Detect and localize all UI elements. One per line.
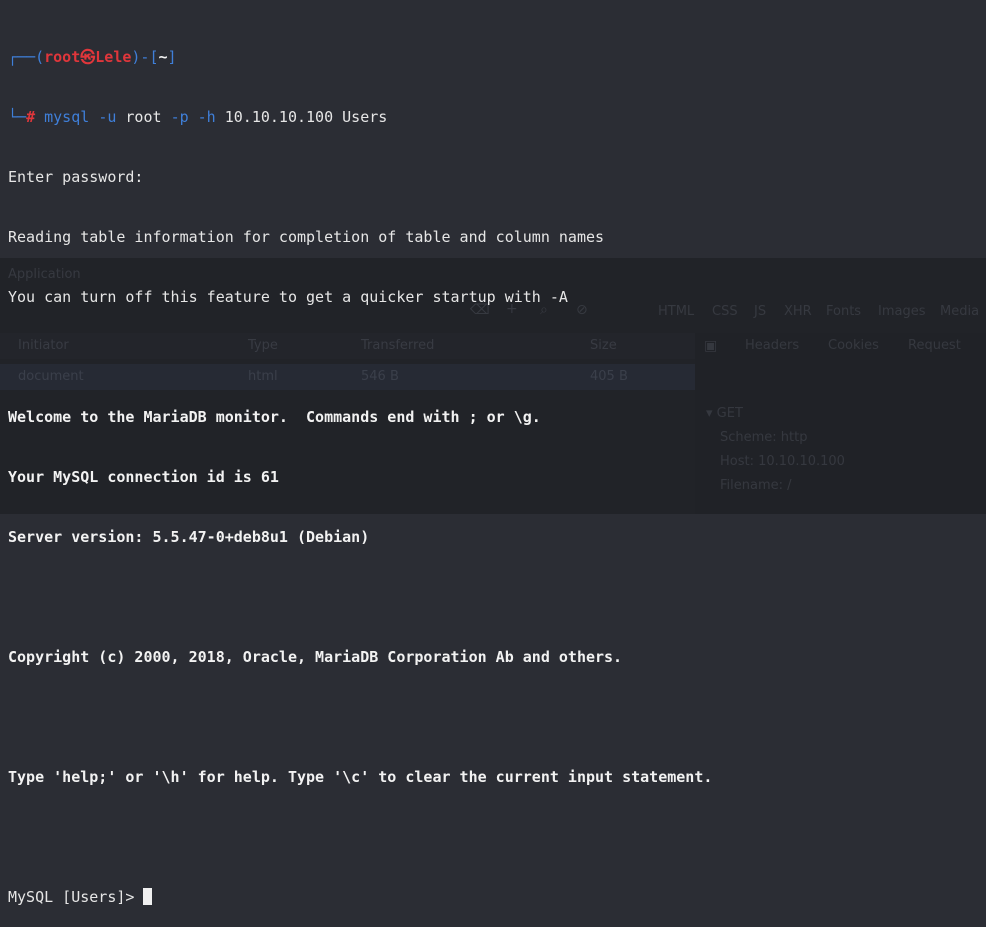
output-line: Welcome to the MariaDB monitor. Commands… [8, 408, 541, 426]
detail-filename: Filename: / [720, 478, 792, 493]
output-line: Reading table information for completion… [8, 228, 605, 246]
prompt-cwd: ~ [158, 48, 168, 66]
prompt-corner-bottom: └─ [8, 108, 27, 126]
terminal-output[interactable]: ┌──(root㉿Lele)-[~] └─# mysql -u root -p … [8, 7, 712, 927]
filter-xhr: XHR [784, 304, 812, 319]
command-user-value: root [125, 108, 162, 126]
kali-at-icon: ㉿ [80, 48, 96, 66]
command-host-value: 10.10.10.100 [224, 108, 334, 126]
output-line: Copyright (c) 2000, 2018, Oracle, MariaD… [8, 648, 623, 666]
filter-js: JS [754, 304, 767, 319]
command-opt-password: -p [170, 108, 189, 126]
command-database: Users [342, 108, 388, 126]
prompt-host: Lele [95, 48, 132, 66]
command-opt-user: -u [98, 108, 117, 126]
detail-scheme: Scheme: http [720, 430, 808, 445]
mysql-prompt: MySQL [Users]> [8, 888, 135, 906]
tab-cookies: Cookies [828, 338, 879, 353]
section-get-label: GET [716, 406, 743, 421]
tab-headers: Headers [745, 338, 800, 353]
command-opt-host: -h [197, 108, 216, 126]
prompt-dir-close: ] [167, 48, 177, 66]
prompt-hash: # [26, 108, 36, 126]
filter-fonts: Fonts [826, 304, 862, 319]
prompt-user: root [44, 48, 81, 66]
output-line: You can turn off this feature to get a q… [8, 288, 568, 306]
detail-host: Host: 10.10.10.100 [720, 454, 845, 469]
output-line: Type 'help;' or '\h' for help. Type '\c'… [8, 768, 713, 786]
prompt-line-top: ┌──(root㉿Lele)-[~] [8, 47, 712, 67]
mysql-input-line[interactable]: MySQL [Users]> [8, 887, 712, 907]
prompt-corner-top: ┌──( [8, 48, 45, 66]
output-line: Enter password: [8, 168, 144, 186]
filter-media: Media [940, 304, 980, 319]
tab-request: Request [908, 338, 961, 353]
output-line: Server version: 5.5.47-0+deb8u1 (Debian) [8, 528, 370, 546]
output-line: Your MySQL connection id is 61 [8, 468, 279, 486]
command-program: mysql [44, 108, 90, 126]
prompt-dir-open: )-[ [131, 48, 159, 66]
filter-images: Images [878, 304, 926, 319]
command-line: └─# mysql -u root -p -h 10.10.10.100 Use… [8, 107, 712, 127]
text-cursor[interactable] [143, 888, 153, 905]
filter-css: CSS [712, 304, 738, 319]
